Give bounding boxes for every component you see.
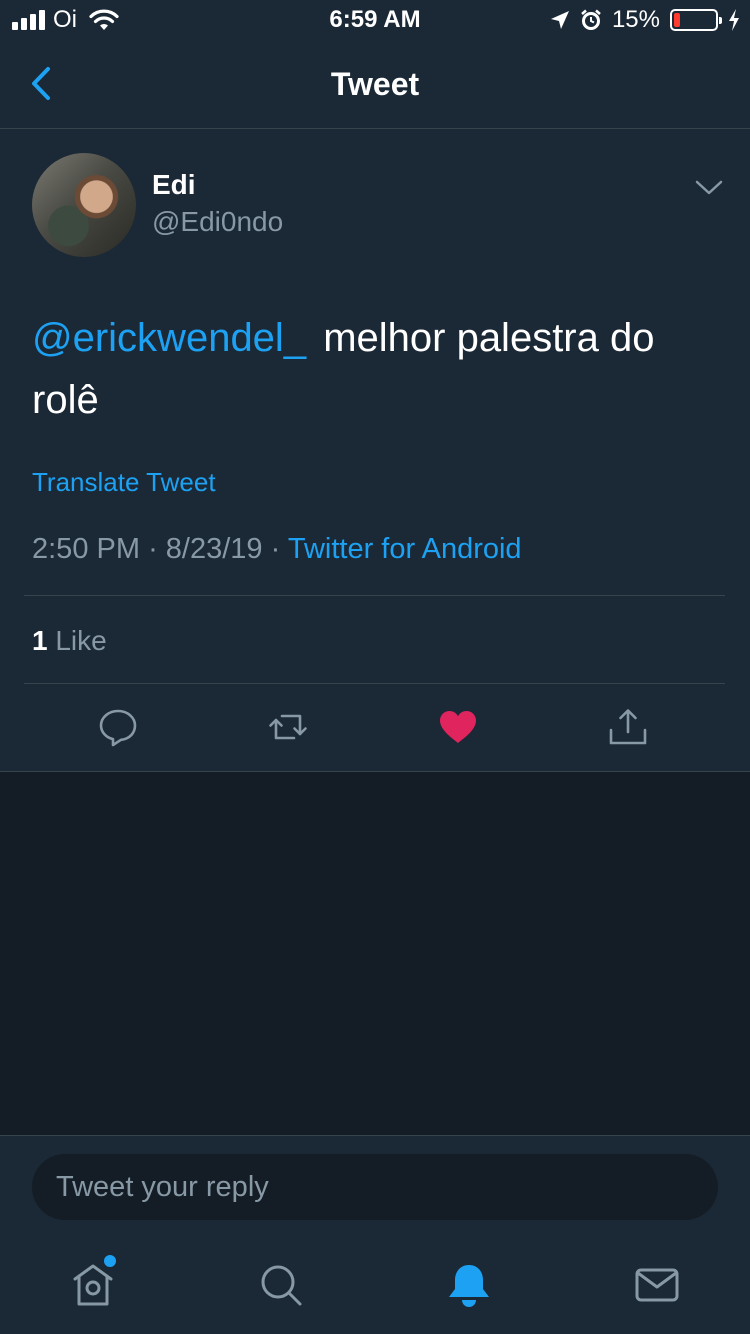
status-bar: Oi 6:59 AM 15%	[0, 0, 750, 40]
tweet-source-link[interactable]: Twitter for Android	[288, 533, 522, 565]
translate-tweet-link[interactable]: Translate Tweet	[32, 467, 216, 498]
meta-separator: ·	[270, 533, 281, 565]
page-title: Tweet	[330, 66, 420, 102]
alarm-icon	[581, 9, 601, 30]
home-icon[interactable]	[70, 1262, 116, 1308]
notifications-icon[interactable]	[446, 1262, 492, 1308]
charging-bolt-icon	[729, 9, 739, 31]
tweet-date: 8/23/19	[165, 533, 263, 565]
retweet-icon[interactable]	[268, 707, 308, 747]
battery-fill	[674, 13, 680, 27]
author-display-name[interactable]: Edi	[152, 169, 196, 201]
mention-link[interactable]: @erickwendel_	[32, 316, 306, 360]
avatar[interactable]	[32, 153, 136, 257]
likes-count: 1	[32, 625, 48, 656]
bottom-bar	[0, 1135, 750, 1334]
reply-icon[interactable]	[98, 707, 138, 747]
tweet-meta: 2:50 PM · 8/23/19 · Twitter for Android	[32, 533, 522, 566]
reply-input[interactable]	[32, 1154, 718, 1220]
author-handle[interactable]: @Edi0ndo	[152, 206, 283, 238]
battery-icon	[670, 9, 722, 31]
chevron-down-icon[interactable]	[694, 177, 724, 197]
tweet-detail: Edi @Edi0ndo @erickwendel_ melhor palest…	[0, 129, 750, 772]
divider	[24, 683, 725, 684]
home-notification-dot	[104, 1255, 116, 1267]
divider	[24, 595, 725, 596]
likes-label: Like	[55, 625, 107, 656]
tweet-time: 2:50 PM	[32, 533, 140, 565]
likes-summary[interactable]: 1 Like	[32, 625, 107, 657]
location-arrow-icon	[550, 11, 569, 29]
messages-icon[interactable]	[634, 1262, 680, 1308]
battery-percent: 15%	[611, 6, 660, 33]
heart-icon[interactable]	[438, 707, 478, 747]
search-icon[interactable]	[258, 1262, 304, 1308]
meta-separator: ·	[148, 533, 158, 565]
nav-bar: Tweet	[0, 40, 750, 129]
share-icon[interactable]	[608, 707, 648, 747]
status-right: 15%	[550, 6, 740, 34]
tweet-text: @erickwendel_ melhor palestra do rolê	[32, 307, 722, 431]
